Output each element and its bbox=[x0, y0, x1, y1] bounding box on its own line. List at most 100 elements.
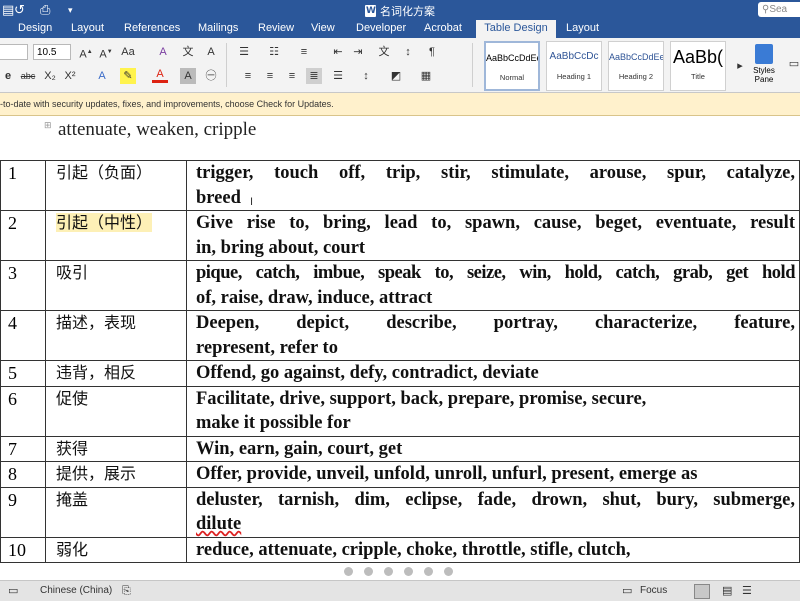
ribbon-overflow-icon[interactable]: ▭ bbox=[786, 56, 800, 72]
style-title[interactable]: AaBb( Title bbox=[670, 41, 726, 91]
chinese-term: 提供，展示 bbox=[45, 461, 187, 488]
table-move-handle-icon[interactable]: ⊞ bbox=[44, 120, 52, 131]
chinese-term: 促使 bbox=[45, 385, 187, 437]
chinese-layout-icon[interactable]: 文 bbox=[376, 44, 392, 60]
grow-font-icon[interactable]: A▲ bbox=[78, 44, 94, 61]
distributed-icon[interactable]: ☰ bbox=[330, 68, 346, 84]
row-number: 2 bbox=[0, 210, 46, 261]
char-border-icon[interactable]: A bbox=[203, 44, 219, 60]
search-input[interactable]: ⚲Sea bbox=[758, 2, 800, 17]
table-row[interactable]: 9 掩盖 deluster, tarnish, dim, eclipse, fa… bbox=[0, 486, 800, 538]
row-number: 5 bbox=[0, 360, 46, 387]
style-heading-2[interactable]: AaBbCcDdEe Heading 2 bbox=[608, 41, 664, 91]
chinese-term: 弱化 bbox=[45, 536, 187, 563]
partial-text-line: attenuate, weaken, cripple bbox=[58, 119, 257, 140]
styles-pane-button[interactable]: Styles Pane bbox=[746, 44, 782, 84]
indicator-dot[interactable] bbox=[344, 567, 353, 576]
menu-icon[interactable]: ▤ bbox=[2, 2, 14, 18]
undo-icon[interactable]: ↺ bbox=[14, 2, 25, 18]
chinese-term: 描述，表现 bbox=[45, 310, 187, 361]
font-name-field[interactable] bbox=[0, 44, 28, 60]
font-color-icon[interactable]: A bbox=[152, 68, 168, 83]
row-number: 10 bbox=[0, 536, 46, 563]
style-heading-1[interactable]: AaBbCcDc Heading 1 bbox=[546, 41, 602, 91]
strikethrough-icon[interactable]: abc bbox=[20, 68, 36, 84]
indicator-dot[interactable] bbox=[364, 567, 373, 576]
clear-format-icon[interactable]: A bbox=[155, 44, 171, 60]
tab-mailings[interactable]: Mailings bbox=[198, 20, 238, 38]
english-words: Facilitate, drive, support, back, prepar… bbox=[186, 385, 800, 437]
borders-icon[interactable]: ▦ bbox=[418, 68, 434, 84]
table-row[interactable]: 1 引起（负面） trigger, touch off, trip, stir,… bbox=[0, 160, 800, 211]
ribbon-tabs: Design Layout References Mailings Review… bbox=[0, 20, 800, 38]
chinese-term: 引起（负面） bbox=[45, 160, 187, 211]
tab-view[interactable]: View bbox=[311, 20, 335, 38]
web-layout-icon[interactable]: ▤ bbox=[722, 581, 732, 601]
align-center-icon[interactable]: ≡ bbox=[262, 68, 278, 84]
table-row[interactable]: 4 描述，表现 Deepen, depict, describe, portra… bbox=[0, 310, 800, 361]
subscript-icon[interactable]: X₂ bbox=[42, 68, 58, 84]
print-icon[interactable]: ⎙ bbox=[40, 2, 50, 18]
vocabulary-table[interactable]: 1 引起（负面） trigger, touch off, trip, stir,… bbox=[0, 160, 800, 563]
text-effects-icon[interactable]: A bbox=[94, 68, 110, 84]
english-words: pique, catch, imbue, speak to, seize, wi… bbox=[186, 260, 800, 311]
ribbon-divider bbox=[472, 43, 473, 87]
highlight-icon[interactable]: ✎ bbox=[120, 68, 136, 84]
indicator-dot[interactable] bbox=[424, 567, 433, 576]
table-row[interactable]: 3 吸引 pique, catch, imbue, speak to, seiz… bbox=[0, 260, 800, 311]
enclose-char-icon[interactable]: ㊀ bbox=[203, 68, 219, 84]
document-page[interactable]: attenuate, weaken, cripple ⊞ I 1 引起（负面） … bbox=[0, 116, 800, 580]
justify-icon[interactable]: ≣ bbox=[306, 68, 322, 84]
indicator-dot[interactable] bbox=[444, 567, 453, 576]
align-left-icon[interactable]: ≡ bbox=[240, 68, 256, 84]
font-size-field[interactable]: 10.5 bbox=[33, 44, 71, 60]
indicator-dot[interactable] bbox=[404, 567, 413, 576]
tab-table-layout[interactable]: Layout bbox=[566, 20, 599, 38]
chinese-term: 掩盖 bbox=[45, 486, 187, 538]
language-status[interactable]: Chinese (China) bbox=[40, 581, 112, 601]
table-row[interactable]: 10 弱化 reduce, attenuate, cripple, choke,… bbox=[0, 536, 800, 563]
page-indicator bbox=[344, 563, 464, 577]
tab-layout[interactable]: Layout bbox=[71, 20, 104, 38]
change-case-icon[interactable]: Aa bbox=[120, 44, 136, 60]
tab-review[interactable]: Review bbox=[258, 20, 294, 38]
english-words: Deepen, depict, describe, portray, chara… bbox=[186, 310, 800, 361]
align-right-icon[interactable]: ≡ bbox=[284, 68, 300, 84]
style-normal[interactable]: AaBbCcDdEe Normal bbox=[484, 41, 540, 91]
tab-references[interactable]: References bbox=[124, 20, 180, 38]
more-icon[interactable]: ▾ bbox=[68, 2, 73, 18]
focus-button[interactable]: Focus bbox=[640, 581, 667, 601]
multilevel-list-icon[interactable]: ≡ bbox=[296, 44, 312, 60]
sort-icon[interactable]: ↕ bbox=[400, 44, 416, 60]
print-layout-icon[interactable] bbox=[694, 584, 710, 599]
table-row[interactable]: 2 引起（中性） Give rise to, bring, lead to, s… bbox=[0, 210, 800, 261]
english-words: reduce, attenuate, cripple, choke, throt… bbox=[186, 536, 800, 563]
decrease-indent-icon[interactable]: ⇤ bbox=[330, 44, 346, 60]
row-number: 8 bbox=[0, 461, 46, 488]
italic-partial-icon[interactable]: e bbox=[0, 68, 16, 84]
tab-table-design[interactable]: Table Design bbox=[476, 20, 556, 38]
line-spacing-icon[interactable]: ↕ bbox=[358, 68, 374, 84]
table-row[interactable]: 8 提供，展示 Offer, provide, unveil, unfold, … bbox=[0, 461, 800, 488]
spelling-check-icon[interactable]: ▭ bbox=[8, 581, 18, 601]
tab-developer[interactable]: Developer bbox=[356, 20, 406, 38]
numbering-icon[interactable]: ☷ bbox=[266, 44, 282, 60]
shading-icon[interactable]: ◩ bbox=[388, 68, 404, 84]
bullets-icon[interactable]: ☰ bbox=[236, 44, 252, 60]
tab-design[interactable]: Design bbox=[18, 20, 52, 38]
phonetic-guide-icon[interactable]: 文 bbox=[180, 44, 196, 60]
increase-indent-icon[interactable]: ⇥ bbox=[350, 44, 366, 60]
table-row[interactable]: 5 违背，相反 Offend, go against, defy, contra… bbox=[0, 360, 800, 387]
pilcrow-icon[interactable]: ¶ bbox=[424, 44, 440, 60]
outline-view-icon[interactable]: ☰ bbox=[742, 581, 752, 601]
chinese-term: 吸引 bbox=[45, 260, 187, 311]
tab-acrobat[interactable]: Acrobat bbox=[424, 20, 462, 38]
table-row[interactable]: 6 促使 Facilitate, drive, support, back, p… bbox=[0, 385, 800, 437]
focus-icon[interactable]: ▭ bbox=[622, 581, 632, 601]
char-shading-icon[interactable]: A bbox=[180, 68, 196, 84]
table-row[interactable]: 7 获得 Win, earn, gain, court, get bbox=[0, 435, 800, 462]
track-changes-icon[interactable]: ⎘ bbox=[122, 581, 131, 601]
shrink-font-icon[interactable]: A▼ bbox=[98, 44, 114, 61]
superscript-icon[interactable]: X² bbox=[62, 68, 78, 84]
indicator-dot[interactable] bbox=[384, 567, 393, 576]
